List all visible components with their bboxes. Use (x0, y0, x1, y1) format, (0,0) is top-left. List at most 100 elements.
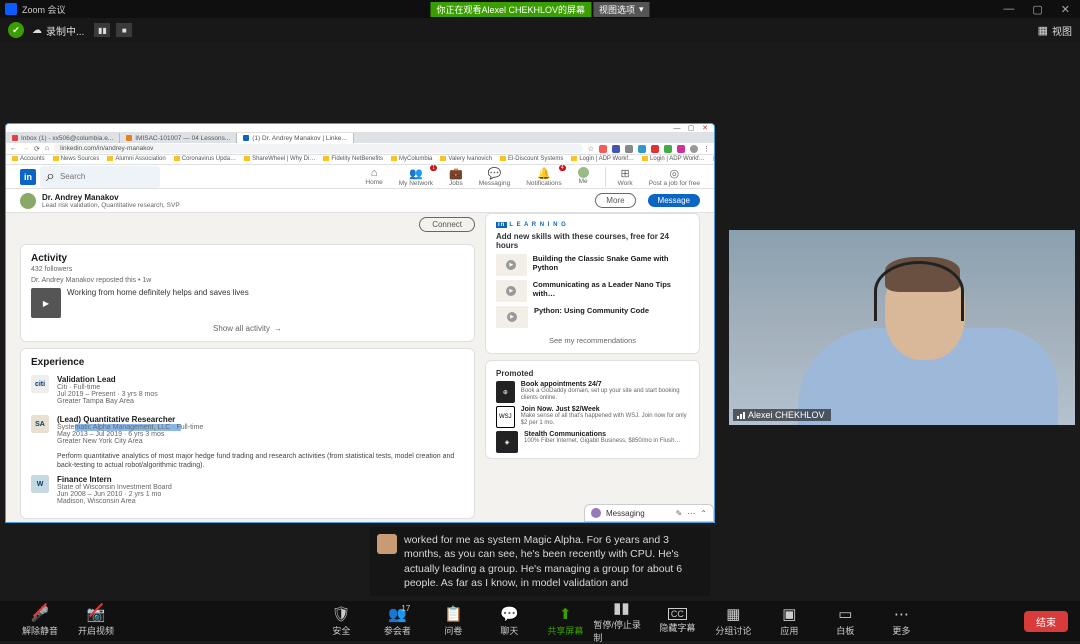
zoom-app-icon (5, 3, 17, 15)
bookmark-star-icon[interactable]: ☆ (588, 145, 594, 153)
post-thumbnail[interactable]: ▶ (31, 288, 61, 318)
browser-tab[interactable]: IMISAC-101007 — 04 Lessons... (120, 133, 237, 143)
apps-button[interactable]: ▣应用 (761, 605, 817, 637)
bookmark[interactable]: Accounts (12, 156, 45, 162)
course-thumbnail-icon (496, 254, 527, 276)
nav-reload-button[interactable]: ⟳ (34, 145, 40, 153)
extension-icon[interactable] (677, 145, 685, 153)
view-label[interactable]: 视图 (1052, 23, 1072, 38)
bookmark[interactable]: Login | ADP Workf… (713, 156, 714, 162)
record-stop-button[interactable]: ■ (116, 23, 132, 37)
learning-course[interactable]: Building the Classic Snake Game with Pyt… (496, 254, 689, 276)
extension-icon[interactable] (625, 145, 633, 153)
camera-icon: 📷 (87, 605, 106, 623)
security-button[interactable]: 🛡安全 (313, 605, 369, 637)
breakout-button[interactable]: ▦分组讨论 (705, 605, 761, 637)
learning-course[interactable]: Communicating as a Leader Nano Tips with… (496, 280, 689, 302)
learning-course[interactable]: Python: Using Community Code (496, 306, 689, 328)
bookmark[interactable]: Alumni Association (107, 156, 165, 162)
linkedin-logo-icon[interactable]: in (20, 169, 36, 185)
breakout-icon: ▦ (726, 605, 740, 623)
experience-location: Greater Tampa Bay Area (57, 398, 158, 405)
bookmark[interactable]: News Sources (53, 156, 100, 162)
bookmark[interactable]: Valery Ivanovich (440, 156, 492, 162)
nav-notifications[interactable]: 🔔4Notifications (526, 167, 561, 187)
nav-forward-button[interactable]: → (22, 145, 29, 152)
encryption-shield-icon[interactable]: ✔ (8, 22, 24, 38)
view-options-button[interactable]: 视图选项▾ (593, 2, 650, 17)
extension-icon[interactable] (599, 145, 607, 153)
browser-min-button[interactable]: — (672, 125, 682, 132)
bookmark[interactable]: ShareWheel | Why Di… (244, 156, 315, 162)
bookmark[interactable]: Login | ADP Workf… (571, 156, 634, 162)
browser-tab[interactable]: Inbox (1) - xx506@columbia.e... (6, 133, 120, 143)
more-button[interactable]: ⋯更多 (873, 605, 929, 637)
record-controls-button[interactable]: ▮▮暂停/停止录制 (593, 599, 649, 644)
bookmark[interactable]: MyColumbia (391, 156, 432, 162)
show-all-activity-button[interactable]: Show all activity→ (31, 318, 464, 333)
chevron-up-icon[interactable]: ⌃ (700, 509, 707, 518)
signal-icon (737, 411, 745, 419)
experience-company: Systematic Alpha Management, LLC · Full-… (57, 424, 203, 431)
bookmark[interactable]: Login | ADP Workf… (642, 156, 705, 162)
nav-home[interactable]: ⌂Home (365, 167, 382, 187)
more-icon[interactable]: ⋯ (687, 509, 695, 518)
nav-jobs[interactable]: 💼Jobs (449, 167, 463, 187)
message-button[interactable]: Message (648, 194, 700, 207)
favicon-icon (126, 135, 132, 141)
share-icon: ⬆ (559, 605, 572, 623)
experience-role[interactable]: Validation Lead (57, 375, 158, 384)
extension-icon[interactable] (664, 145, 672, 153)
whiteboard-icon: ▭ (838, 605, 852, 623)
share-screen-button[interactable]: ⬆共享屏幕 (537, 605, 593, 637)
start-video-button[interactable]: 📷开启视频 (68, 605, 124, 637)
nav-work[interactable]: ⊞Work (605, 167, 633, 187)
see-recommendations-button[interactable]: See my recommendations (496, 332, 689, 345)
messaging-drawer[interactable]: Messaging ✎ ⋯ ⌃ (584, 504, 714, 522)
record-pause-button[interactable]: ▮▮ (94, 23, 110, 37)
profile-icon[interactable] (690, 145, 698, 153)
browser-tab-active[interactable]: (1) Dr. Andrey Manakov | Linke... (237, 133, 354, 143)
window-close-button[interactable]: ✕ (1061, 3, 1070, 16)
end-meeting-button[interactable]: 结束 (1024, 611, 1068, 632)
experience-role[interactable]: (Lead) Quantitative Researcher (57, 415, 203, 424)
promoted-item[interactable]: WSJJoin Now. Just $2/WeekMake sense of a… (496, 406, 689, 428)
address-bar[interactable]: linkedin.com/in/andrey-manakov (54, 144, 583, 153)
bookmark[interactable]: Fidelity NetBenefits (323, 156, 383, 162)
promoted-item[interactable]: ⊕Book appointments 24/7Book a GoDaddy do… (496, 381, 689, 403)
experience-company: Citi · Full-time (57, 384, 158, 391)
extension-icon[interactable] (612, 145, 620, 153)
connect-button[interactable]: Connect (419, 217, 475, 232)
participants-button[interactable]: 👥17参会者 (369, 605, 425, 637)
chat-icon: 💬 (500, 605, 519, 623)
nav-back-button[interactable]: ← (10, 145, 17, 152)
bookmark[interactable]: Coronavirus Upda… (174, 156, 236, 162)
polls-button[interactable]: 📋问卷 (425, 605, 481, 637)
window-maximize-button[interactable]: ▢ (1032, 3, 1042, 16)
repost-meta: Dr. Andrey Manakov reposted this • 1w (31, 277, 464, 284)
compose-icon[interactable]: ✎ (676, 509, 683, 518)
browser-menu-button[interactable]: ⋮ (703, 145, 710, 153)
search-input[interactable] (60, 172, 150, 181)
nav-messaging[interactable]: 💬Messaging (479, 167, 510, 187)
whiteboard-button[interactable]: ▭白板 (817, 605, 873, 637)
nav-network[interactable]: 👥1My Network (399, 167, 433, 187)
unmute-button[interactable]: 🎤解除静音 (12, 605, 68, 637)
nav-me[interactable]: Me (578, 167, 589, 187)
experience-role[interactable]: Finance Intern (57, 475, 172, 484)
speaker-video-tile[interactable]: Alexei CHEKHLOV (729, 230, 1075, 425)
more-button[interactable]: More (595, 193, 635, 208)
browser-close-button[interactable]: ✕ (700, 124, 710, 132)
linkedin-search[interactable]: ⌕ (40, 166, 160, 188)
chat-button[interactable]: 💬聊天 (481, 605, 537, 637)
window-minimize-button[interactable]: — (1003, 3, 1014, 16)
nav-post-job[interactable]: ◎Post a job for free (649, 167, 700, 187)
extension-icon[interactable] (638, 145, 646, 153)
post-text[interactable]: Working from home definitely helps and s… (67, 288, 249, 318)
promoted-item[interactable]: ◈Stealth Communications100% Fiber Intern… (496, 431, 689, 453)
nav-home-button[interactable]: ⌂ (45, 145, 49, 152)
browser-max-button[interactable]: ▢ (686, 124, 696, 132)
extension-icon[interactable] (651, 145, 659, 153)
captions-button[interactable]: CC隐藏字幕 (649, 608, 705, 634)
bookmark[interactable]: El-Discount Systems (500, 156, 563, 162)
